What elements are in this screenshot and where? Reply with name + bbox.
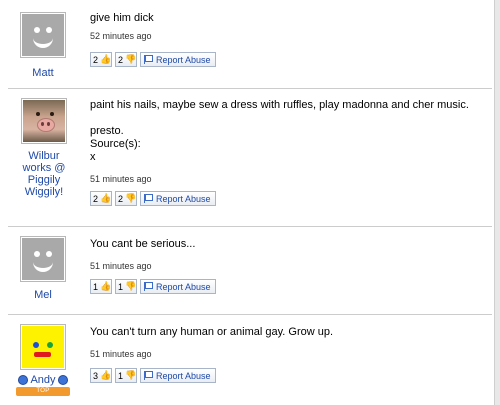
report-abuse-button[interactable]: Report Abuse: [140, 52, 216, 67]
yellow-smiley-avatar-icon: [22, 326, 64, 368]
thumbs-down-button[interactable]: 2 👎: [115, 191, 138, 206]
flag-icon: [144, 55, 154, 64]
user-block: Andy TOP CONTRIBUTOR: [14, 324, 72, 403]
report-abuse-button[interactable]: Report Abuse: [140, 279, 216, 294]
thumbs-up-count: 3: [93, 370, 99, 381]
avatar[interactable]: [20, 236, 66, 282]
thumbs-up-count: 1: [93, 281, 99, 292]
thumbs-up-button[interactable]: 3 👍: [90, 368, 113, 383]
answer-text: You cant be serious...: [90, 238, 196, 250]
report-abuse-label: Report Abuse: [156, 370, 211, 381]
contributor-dot-icon: [57, 375, 68, 385]
answer-content: give him dick 52 minutes ago: [90, 12, 490, 41]
avatar[interactable]: [20, 324, 66, 370]
user-block: Matt: [18, 12, 68, 79]
answer-content: paint his nails, maybe sew a dress with …: [90, 99, 490, 184]
username-link[interactable]: Wilbur works @ Piggily Wiggily!: [18, 150, 70, 198]
report-abuse-button[interactable]: Report Abuse: [140, 368, 216, 383]
user-block: Wilbur works @ Piggily Wiggily!: [18, 98, 70, 198]
pig-avatar-icon: [23, 100, 65, 142]
thumbs-down-icon: 👎: [125, 370, 137, 380]
thumbs-up-button[interactable]: 2 👍: [90, 52, 113, 67]
answer-time: 52 minutes ago: [90, 31, 152, 41]
report-abuse-label: Report Abuse: [156, 193, 211, 204]
flag-icon: [144, 282, 154, 291]
default-avatar-icon: [22, 238, 64, 280]
separator: [8, 226, 492, 227]
answer-text: give him dick: [90, 12, 154, 24]
answer-actions: 2 👍 2 👎 Report Abuse: [90, 52, 216, 67]
flag-icon: [144, 194, 154, 203]
thumbs-up-count: 2: [93, 54, 99, 65]
answer-time: 51 minutes ago: [90, 174, 152, 184]
answer-text: paint his nails, maybe sew a dress with …: [90, 99, 469, 163]
thumbs-up-icon: 👍: [100, 193, 112, 203]
answer-content: You can't turn any human or animal gay. …: [90, 326, 490, 359]
thumbs-down-count: 2: [118, 54, 124, 65]
default-avatar-icon: [22, 14, 64, 56]
username-link[interactable]: Matt: [18, 67, 68, 79]
thumbs-down-count: 1: [118, 370, 124, 381]
report-abuse-label: Report Abuse: [156, 54, 211, 65]
avatar[interactable]: [20, 12, 66, 58]
avatar[interactable]: [21, 98, 67, 144]
thumbs-down-button[interactable]: 2 👎: [115, 52, 138, 67]
username-row: Andy: [14, 374, 72, 386]
flag-icon: [144, 371, 154, 380]
contributor-dot-icon: [18, 375, 29, 385]
thumbs-down-icon: 👎: [125, 54, 137, 64]
thumbs-up-button[interactable]: 2 👍: [90, 191, 113, 206]
thumbs-down-button[interactable]: 1 👎: [115, 279, 138, 294]
thumbs-up-button[interactable]: 1 👍: [90, 279, 113, 294]
thumbs-down-icon: 👎: [125, 193, 137, 203]
scrollbar-edge[interactable]: [494, 0, 500, 405]
answer-time: 51 minutes ago: [90, 349, 152, 359]
answer-actions: 3 👍 1 👎 Report Abuse: [90, 368, 216, 383]
answer-actions: 2 👍 2 👎 Report Abuse: [90, 191, 216, 206]
report-abuse-button[interactable]: Report Abuse: [140, 191, 216, 206]
answer-time: 51 minutes ago: [90, 261, 152, 271]
top-contributor-badge: TOP CONTRIBUTOR: [16, 387, 70, 403]
username-link[interactable]: Mel: [18, 289, 68, 301]
thumbs-down-icon: 👎: [125, 281, 137, 291]
thumbs-down-count: 2: [118, 193, 124, 204]
thumbs-down-button[interactable]: 1 👎: [115, 368, 138, 383]
separator: [8, 88, 492, 89]
thumbs-up-icon: 👍: [100, 281, 112, 291]
thumbs-up-icon: 👍: [100, 370, 112, 380]
thumbs-down-count: 1: [118, 281, 124, 292]
report-abuse-label: Report Abuse: [156, 281, 211, 292]
thumbs-up-count: 2: [93, 193, 99, 204]
answer-text: You can't turn any human or animal gay. …: [90, 326, 334, 338]
username-link[interactable]: Andy: [30, 374, 55, 386]
answer-actions: 1 👍 1 👎 Report Abuse: [90, 279, 216, 294]
thumbs-up-icon: 👍: [100, 54, 112, 64]
user-block: Mel: [18, 236, 68, 301]
separator: [8, 314, 492, 315]
answer-content: You cant be serious... 51 minutes ago: [90, 238, 490, 271]
